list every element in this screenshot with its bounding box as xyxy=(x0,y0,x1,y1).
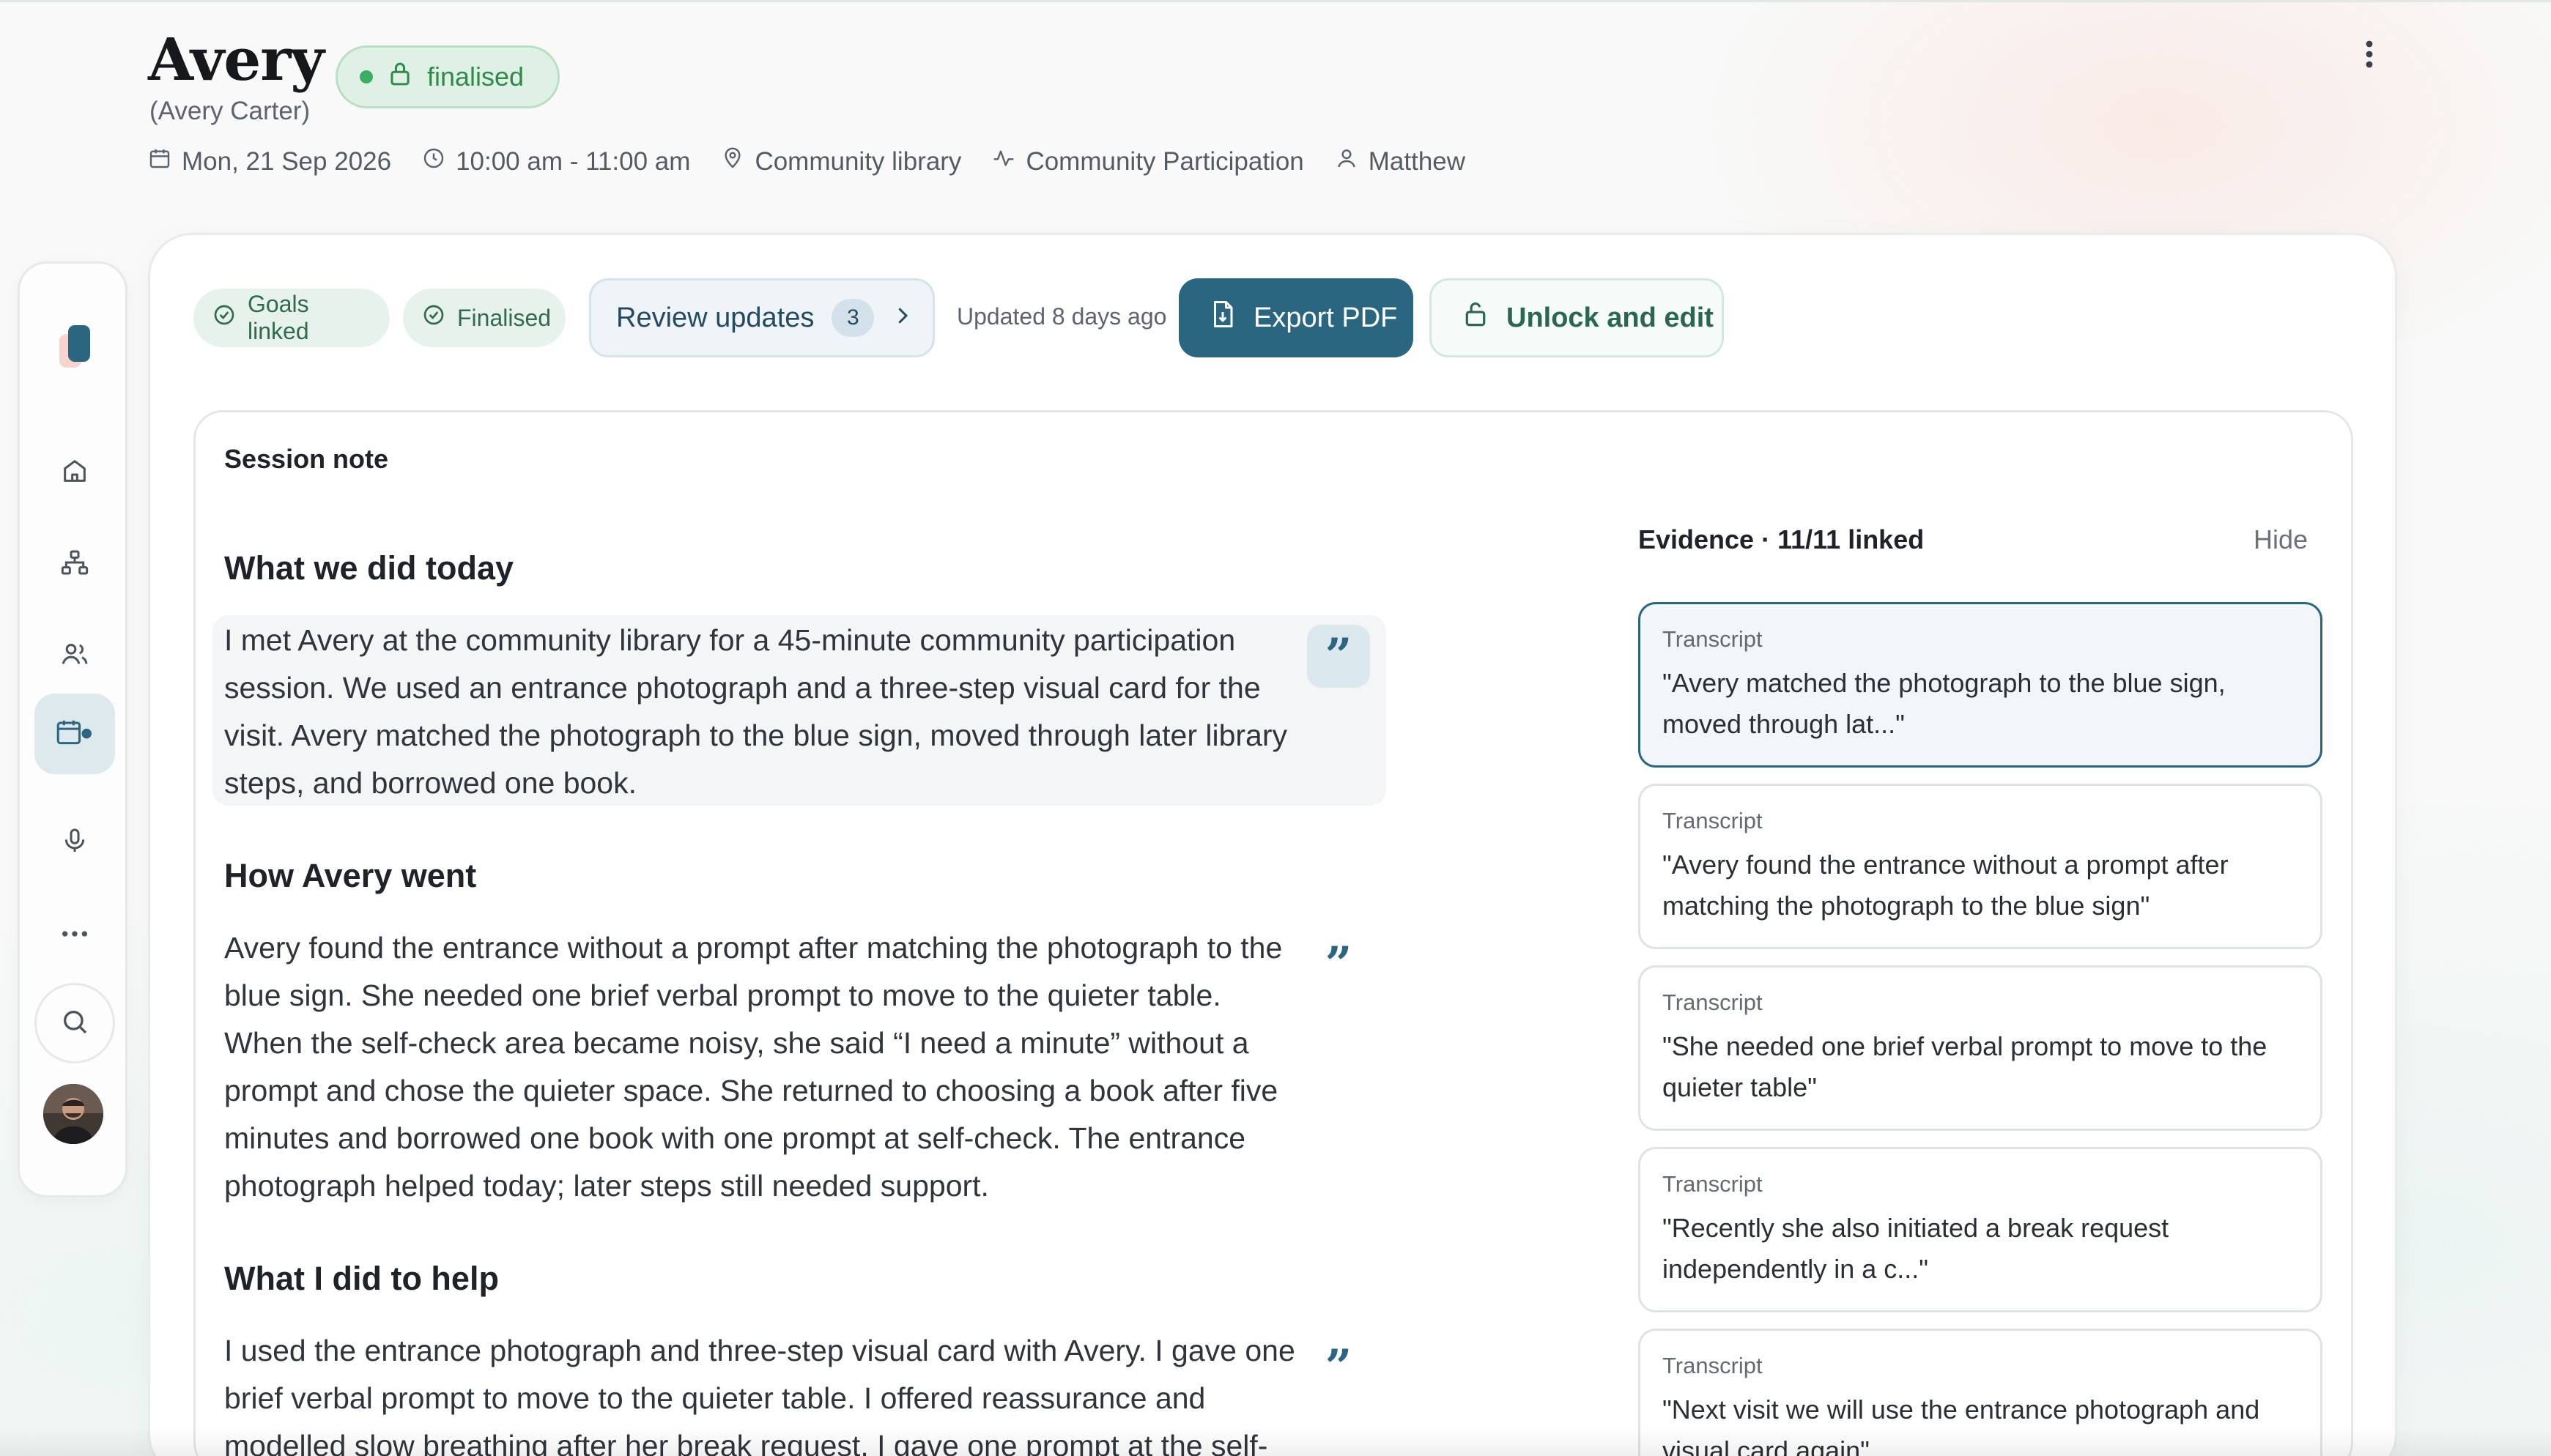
calendar-icon xyxy=(148,146,171,177)
quote-icon[interactable]: ” xyxy=(1307,1336,1370,1399)
more-icon xyxy=(60,929,89,942)
evidence-item[interactable]: Transcript "Recently she also initiated … xyxy=(1638,1147,2322,1312)
evidence-quote: "Avery matched the photograph to the blu… xyxy=(1662,668,2226,739)
meta-time-text: 10:00 am - 11:00 am xyxy=(456,146,691,176)
bottom-shadow xyxy=(0,1427,2551,1456)
sidebar-item-organisation[interactable] xyxy=(34,524,115,604)
sidebar-nav xyxy=(18,261,127,1197)
evidence-item[interactable]: Transcript "She needed one brief verbal … xyxy=(1638,965,2322,1131)
hide-evidence-button[interactable]: Hide xyxy=(2254,524,2308,555)
activity-icon xyxy=(992,146,1015,177)
status-label: finalised xyxy=(427,62,525,92)
evidence-quote: "Avery found the entrance without a prom… xyxy=(1662,850,2229,921)
sidebar-search-button[interactable] xyxy=(34,983,115,1063)
evidence-type: Transcript xyxy=(1662,1171,1763,1197)
sidebar-item-calendar[interactable] xyxy=(34,694,115,774)
location-pin-icon xyxy=(721,146,744,177)
sidebar-item-more[interactable] xyxy=(34,895,115,976)
client-name: Avery xyxy=(148,25,325,94)
user-icon xyxy=(1335,146,1358,177)
meta-location-text: Community library xyxy=(755,146,962,176)
file-download-icon xyxy=(1210,300,1236,336)
status-dot xyxy=(360,70,373,83)
search-icon xyxy=(60,1007,89,1040)
lock-icon xyxy=(388,61,412,94)
people-icon xyxy=(60,639,89,672)
avatar[interactable] xyxy=(43,1084,103,1144)
finalised-label: Finalised xyxy=(457,304,552,331)
evidence-type: Transcript xyxy=(1662,989,1763,1015)
check-circle-icon xyxy=(422,303,445,333)
chevron-right-icon xyxy=(892,302,914,334)
export-pdf-button[interactable]: Export PDF xyxy=(1179,278,1413,357)
finalised-chip: Finalised xyxy=(403,289,566,347)
goals-linked-label: Goals linked xyxy=(248,291,309,344)
meta-location: Community library xyxy=(721,146,961,177)
meta-activity: Community Participation xyxy=(992,146,1304,177)
quote-icon[interactable]: ” xyxy=(1307,625,1370,688)
unlock-icon xyxy=(1462,300,1489,335)
clock-icon xyxy=(422,146,445,177)
more-options-icon[interactable] xyxy=(2352,37,2387,72)
section-heading: How Avery went xyxy=(224,857,477,894)
evidence-title: Evidence · 11/11 linked xyxy=(1638,524,1925,554)
review-count-badge: 3 xyxy=(832,299,875,337)
section-heading: What I did to help xyxy=(224,1260,499,1297)
goals-linked-chip: Goals linked xyxy=(193,289,390,347)
section-body[interactable]: I met Avery at the community library for… xyxy=(224,617,1301,807)
app-logo[interactable] xyxy=(56,322,93,374)
meta-worker: Matthew xyxy=(1335,146,1465,177)
evidence-type: Transcript xyxy=(1662,808,1763,833)
review-updates-button[interactable]: Review updates 3 xyxy=(589,278,935,357)
meta-worker-text: Matthew xyxy=(1368,146,1466,176)
unlock-edit-label: Unlock and edit xyxy=(1506,302,1714,333)
meta-date: Mon, 21 Sep 2026 xyxy=(148,146,391,177)
org-chart-icon xyxy=(60,548,89,581)
export-pdf-label: Export PDF xyxy=(1254,302,1398,333)
sidebar-item-record[interactable] xyxy=(34,802,115,883)
evidence-item[interactable]: Transcript "Avery found the entrance wit… xyxy=(1638,784,2322,949)
quote-icon[interactable]: ” xyxy=(1307,933,1370,996)
calendar-icon xyxy=(56,718,94,751)
meta-time: 10:00 am - 11:00 am xyxy=(422,146,690,177)
section-body[interactable]: Avery found the entrance without a promp… xyxy=(224,924,1301,1210)
status-badge: finalised xyxy=(336,45,560,108)
meta-date-text: Mon, 21 Sep 2026 xyxy=(182,146,392,176)
updated-timestamp: Updated 8 days ago xyxy=(957,303,1167,330)
client-full-name: (Avery Carter) xyxy=(149,97,311,125)
sidebar-item-home[interactable] xyxy=(34,432,115,513)
top-border xyxy=(0,0,2551,2)
evidence-quote: "She needed one brief verbal prompt to m… xyxy=(1662,1031,2267,1102)
session-note-label: Session note xyxy=(224,444,389,474)
check-circle-icon xyxy=(212,303,236,333)
evidence-type: Transcript xyxy=(1662,626,1763,652)
review-updates-label: Review updates xyxy=(616,302,815,333)
section-heading: What we did today xyxy=(224,549,514,587)
home-icon xyxy=(60,456,89,489)
microphone-icon xyxy=(60,826,89,859)
unlock-edit-button[interactable]: Unlock and edit xyxy=(1429,278,1724,357)
evidence-type: Transcript xyxy=(1662,1353,1763,1378)
meta-activity-text: Community Participation xyxy=(1026,146,1304,176)
session-meta: Mon, 21 Sep 2026 10:00 am - 11:00 am Com… xyxy=(148,146,1465,177)
sidebar-item-people[interactable] xyxy=(34,615,115,696)
evidence-quote: "Recently she also initiated a break req… xyxy=(1662,1213,2169,1284)
evidence-item[interactable]: Transcript "Avery matched the photograph… xyxy=(1638,602,2322,768)
